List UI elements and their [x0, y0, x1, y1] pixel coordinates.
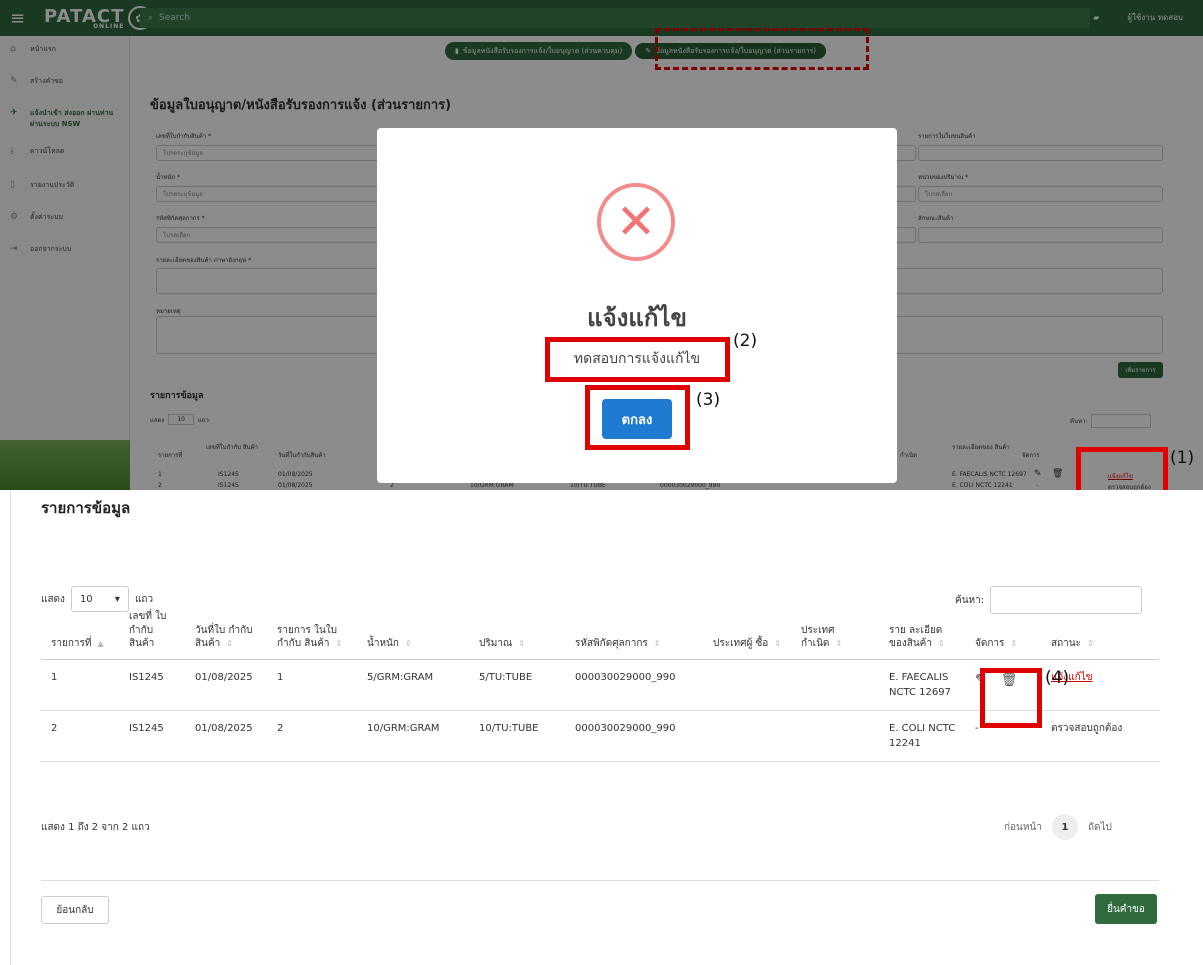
divider: [41, 880, 1159, 881]
sort-icon: ⇕: [518, 639, 525, 648]
error-x-icon: ✕: [597, 183, 675, 261]
column-header-hs[interactable]: รหัสพิกัดศุลกากร ⇕: [565, 606, 703, 660]
column-header-no[interactable]: รายการที่ ▲: [41, 606, 119, 660]
pagination-prev[interactable]: ก่อนหน้า: [1004, 820, 1042, 835]
highlight-box-edit: [980, 668, 1042, 728]
sort-icon: ⇕: [226, 639, 233, 648]
sort-icon: ⇕: [653, 639, 661, 648]
top-screenshot: ≡ PATACTONLINE ✿ ⌕ Search ▰ ผู้ใช้งาน ทด…: [0, 0, 1203, 490]
column-header-invoice[interactable]: เลขที่ ใบ กำกับ สินค้า: [119, 606, 185, 660]
column-header-desc[interactable]: ราย ละเอียด ของสินค้า ⇕: [879, 606, 965, 660]
highlight-box-ok: [585, 385, 690, 450]
table-info: แสดง 1 ถึง 2 จาก 2 แถว: [41, 822, 150, 833]
sort-icon: ▲: [97, 639, 104, 648]
column-header-item[interactable]: รายการ ในใบ กำกับ สินค้า ⇕: [267, 606, 357, 660]
column-header-origin[interactable]: ประเทศ กำเนิด ⇕: [791, 606, 879, 660]
chevron-down-icon: ▾: [114, 593, 120, 605]
sort-icon: ⇕: [335, 639, 343, 648]
pagination-next[interactable]: ถัดไป: [1088, 820, 1112, 835]
callout-2: (2): [733, 331, 758, 351]
sort-icon: ⇕: [937, 639, 945, 648]
table-title: รายการข้อมูล: [41, 499, 131, 517]
submit-request-button[interactable]: ยื่นคำขอ: [1095, 894, 1157, 924]
column-header-manage[interactable]: จัดการ ⇕: [965, 606, 1041, 660]
callout-3: (3): [696, 390, 721, 410]
column-header-date[interactable]: วันที่ใบ กำกับ สินค้า ⇕: [185, 606, 267, 660]
table-header-row: รายการที่ ▲ เลขที่ ใบ กำกับ สินค้า วันที่…: [41, 606, 1159, 660]
bottom-screenshot: รายการข้อมูล แสดง 10 ▾ แถว ค้นหา: รายการ…: [10, 490, 1203, 965]
sort-icon: ⇕: [404, 639, 412, 648]
sort-icon: ⇕: [774, 639, 781, 648]
highlight-box-message: [545, 337, 730, 382]
pagination-page-1[interactable]: 1: [1051, 814, 1078, 840]
status-text: ตรวจสอบถูกต้อง: [1041, 710, 1159, 762]
column-header-buyer[interactable]: ประเทศผู้ ซื้อ ⇕: [703, 606, 791, 660]
callout-1: (1): [1170, 448, 1195, 468]
back-button[interactable]: ย้อนกลับ: [41, 896, 109, 924]
column-header-weight[interactable]: น้ำหนัก ⇕: [357, 606, 469, 660]
highlight-box-status: [1076, 447, 1168, 490]
sort-icon: ⇕: [1010, 639, 1018, 648]
sort-icon: ⇕: [835, 639, 843, 648]
column-header-status[interactable]: สถานะ ⇕: [1041, 606, 1159, 660]
column-header-qty[interactable]: ปริมาณ ⇕: [469, 606, 565, 660]
pagination: ก่อนหน้า 1 ถัดไป: [1004, 814, 1112, 840]
sort-icon: ⇕: [1086, 639, 1094, 648]
dialog-title: แจ้งแก้ไข: [587, 304, 687, 332]
callout-4: (4): [1045, 668, 1070, 688]
